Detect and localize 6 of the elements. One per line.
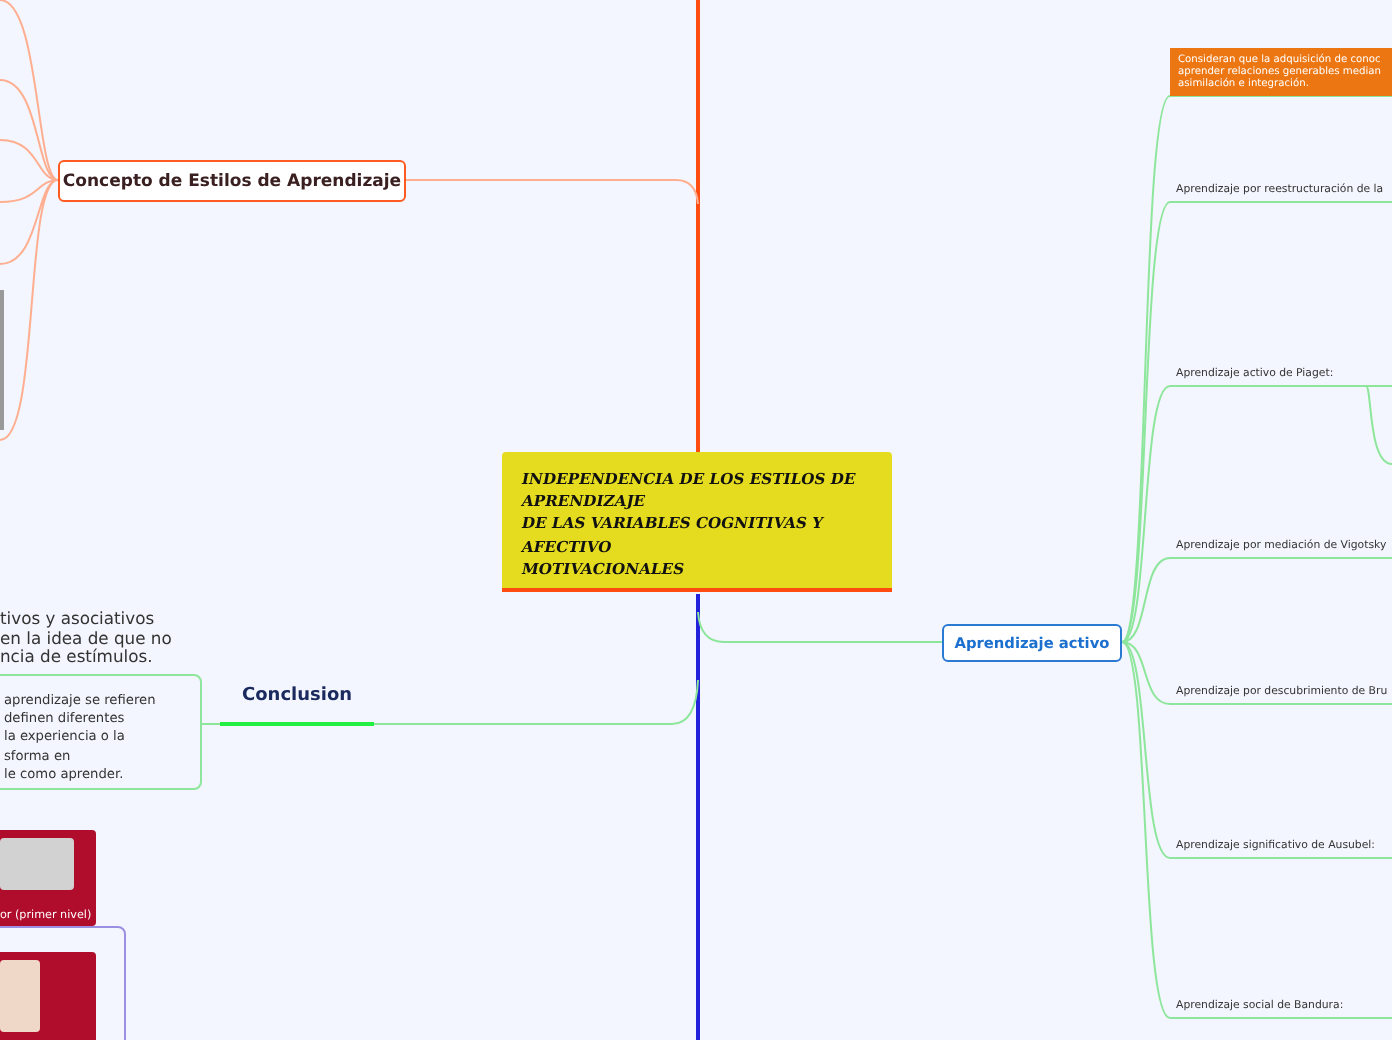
photo-placeholder	[0, 838, 74, 890]
image-edge	[0, 290, 4, 430]
photo-placeholder	[0, 960, 40, 1032]
note-text: tivos y asociativos en la idea de que no ncia de estímulos.	[0, 610, 172, 667]
topic-node[interactable]: Concepto de Estilos de Aprendizaje	[58, 160, 406, 202]
topic-label[interactable]: Conclusion	[242, 686, 353, 706]
